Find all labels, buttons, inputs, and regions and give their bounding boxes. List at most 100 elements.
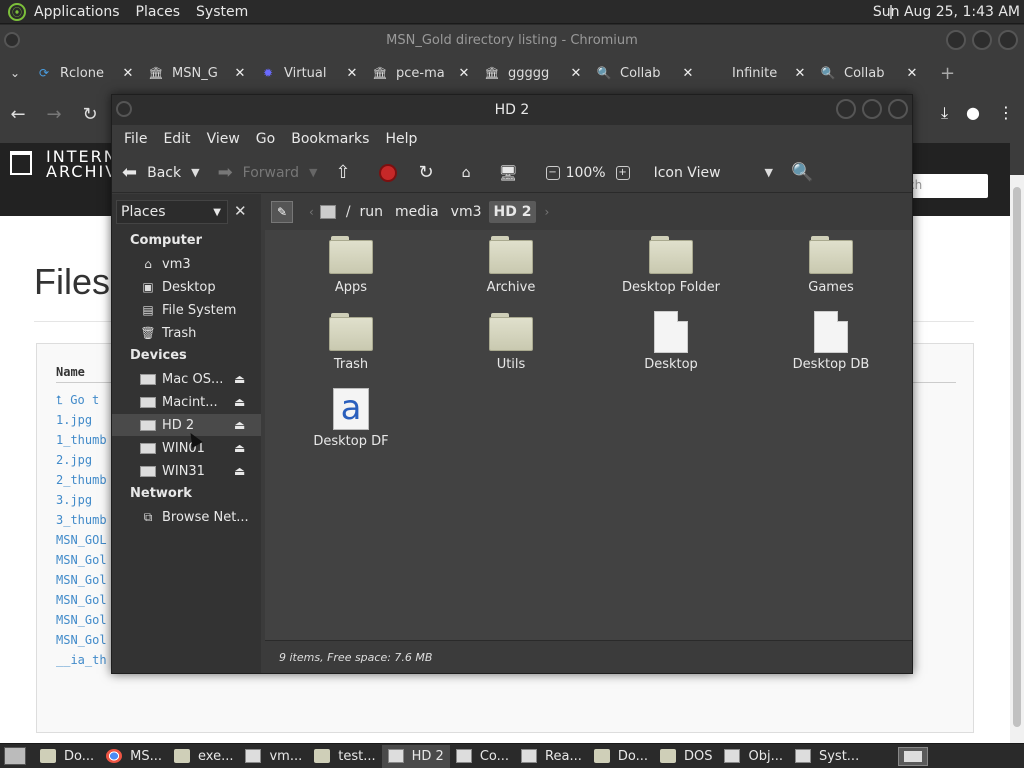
home-button[interactable]: ⌂ bbox=[462, 165, 481, 181]
ia-search-input[interactable]: ch bbox=[902, 174, 988, 198]
more-menu-icon[interactable]: ⋮ bbox=[998, 103, 1014, 123]
zoom-out-icon[interactable]: − bbox=[545, 165, 560, 180]
edit-location-icon[interactable]: ✎ bbox=[271, 201, 293, 223]
scrollbar-thumb[interactable] bbox=[1013, 187, 1021, 727]
chevron-right-icon[interactable]: › bbox=[544, 205, 549, 219]
close-icon[interactable]: ✕ bbox=[234, 202, 247, 220]
chevron-down-icon[interactable]: ▼ bbox=[309, 166, 317, 179]
eject-icon[interactable]: ⏏ bbox=[234, 372, 245, 386]
file-link[interactable]: MSN_Gol bbox=[56, 590, 107, 610]
file-link[interactable]: 1.jpg bbox=[56, 410, 107, 430]
taskbar-item[interactable]: vm... bbox=[239, 745, 308, 768]
sidebar-item-win01[interactable]: WIN01 ⏏ bbox=[112, 437, 261, 459]
back-button[interactable]: ⬅ Back ▼ bbox=[122, 162, 200, 183]
show-desktop-icon[interactable] bbox=[4, 747, 26, 765]
taskbar-item[interactable]: Do... bbox=[34, 745, 100, 768]
profile-icon[interactable]: ● bbox=[966, 103, 980, 123]
browser-tab[interactable]: 🔍 Collab ✕ bbox=[814, 58, 926, 88]
chromium-titlebar[interactable]: MSN_Gold directory listing - Chromium bbox=[0, 25, 1024, 55]
sidebar-item-mac-os[interactable]: Mac OS... ⏏ bbox=[112, 368, 261, 390]
forward-button[interactable]: ➡ Forward ▼ bbox=[218, 162, 318, 183]
taskbar-item[interactable]: Obj... bbox=[718, 745, 789, 768]
view-mode-select[interactable]: Icon View ▼ bbox=[654, 165, 773, 181]
minimize-button[interactable] bbox=[946, 30, 966, 50]
file-item-desktop-df[interactable]: a Desktop DF bbox=[281, 388, 421, 449]
close-button[interactable] bbox=[998, 30, 1018, 50]
page-scrollbar[interactable] bbox=[1010, 175, 1024, 743]
file-item-trash[interactable]: Trash bbox=[281, 313, 421, 372]
window-menu-icon[interactable] bbox=[4, 32, 20, 48]
chevron-left-icon[interactable]: ‹ bbox=[309, 205, 314, 219]
file-item-apps[interactable]: Apps bbox=[281, 236, 421, 295]
path-crumb-hd2[interactable]: HD 2 bbox=[488, 201, 537, 223]
tab-close-icon[interactable]: ✕ bbox=[568, 66, 584, 81]
sidebar-item-file-system[interactable]: ▤ File System bbox=[112, 299, 261, 321]
workspace-switcher[interactable] bbox=[898, 747, 928, 766]
menu-edit[interactable]: Edit bbox=[155, 131, 198, 147]
tab-close-icon[interactable]: ✕ bbox=[344, 66, 360, 81]
taskbar-item[interactable]: MS... bbox=[100, 745, 168, 768]
sidebar-item-trash[interactable]: 🗑 Trash bbox=[112, 322, 261, 344]
taskbar-item[interactable]: exe... bbox=[168, 745, 239, 768]
taskbar-item[interactable]: HD 2 bbox=[381, 744, 450, 768]
file-item-archive[interactable]: Archive bbox=[441, 236, 581, 295]
sidebar-item-vm3[interactable]: ⌂ vm3 bbox=[112, 253, 261, 275]
window-menu-icon[interactable] bbox=[116, 101, 132, 117]
new-tab-plus-icon[interactable]: + bbox=[940, 63, 955, 84]
menu-bookmarks[interactable]: Bookmarks bbox=[283, 131, 377, 147]
maximize-button[interactable] bbox=[972, 30, 992, 50]
menu-file[interactable]: File bbox=[116, 131, 155, 147]
file-link[interactable]: 3.jpg bbox=[56, 490, 107, 510]
tab-close-icon[interactable]: ✕ bbox=[904, 66, 920, 81]
browser-tab[interactable]: Infinite ✕ bbox=[702, 58, 814, 88]
maximize-button[interactable] bbox=[862, 99, 882, 119]
eject-icon[interactable]: ⏏ bbox=[234, 441, 245, 455]
file-item-desktop-folder[interactable]: Desktop Folder bbox=[601, 236, 741, 295]
menu-places[interactable]: Places bbox=[128, 4, 189, 20]
stop-icon[interactable] bbox=[378, 163, 397, 182]
browser-tab[interactable]: ✹ Virtual ✕ bbox=[254, 58, 366, 88]
tab-search-chevron-icon[interactable]: ⌄ bbox=[10, 66, 30, 80]
file-manager-titlebar[interactable]: HD 2 bbox=[112, 95, 912, 125]
browser-tab[interactable]: 🔍 Collab ✕ bbox=[590, 58, 702, 88]
close-button[interactable] bbox=[888, 99, 908, 119]
browser-tab[interactable]: 🏛 ggggg ✕ bbox=[478, 58, 590, 88]
taskbar-item[interactable]: Do... bbox=[588, 745, 654, 768]
tab-close-icon[interactable]: ✕ bbox=[792, 66, 808, 81]
sidebar-type-select[interactable]: Places ▼ bbox=[116, 200, 228, 224]
eject-icon[interactable]: ⏏ bbox=[234, 464, 245, 478]
distro-logo-icon[interactable]: ⦿ bbox=[8, 2, 26, 21]
taskbar-item[interactable]: Co... bbox=[450, 745, 515, 768]
menu-view[interactable]: View bbox=[199, 131, 248, 147]
column-header-name[interactable]: Name bbox=[56, 365, 85, 379]
computer-button[interactable]: 🖥 bbox=[499, 164, 528, 182]
file-link[interactable]: MSN_GOL bbox=[56, 530, 107, 550]
reload-button[interactable]: ↻ bbox=[419, 162, 444, 183]
browser-back-arrow-icon[interactable]: ← bbox=[0, 104, 36, 125]
file-link[interactable]: 2_thumb bbox=[56, 470, 107, 490]
menu-help[interactable]: Help bbox=[377, 131, 425, 147]
search-button[interactable]: 🔍 bbox=[791, 162, 823, 183]
chevron-down-icon[interactable]: ▼ bbox=[191, 166, 199, 179]
taskbar-item[interactable]: Rea... bbox=[515, 745, 588, 768]
browser-tab[interactable]: 🏛 pce-ma ✕ bbox=[366, 58, 478, 88]
file-link[interactable]: __ia_th bbox=[56, 650, 107, 670]
tab-close-icon[interactable]: ✕ bbox=[680, 66, 696, 81]
file-link[interactable]: ⮤ Go t bbox=[56, 390, 107, 410]
tab-close-icon[interactable]: ✕ bbox=[456, 66, 472, 81]
eject-icon[interactable]: ⏏ bbox=[234, 395, 245, 409]
zoom-control[interactable]: −100% + bbox=[545, 165, 636, 181]
file-link[interactable]: MSN_Gol bbox=[56, 570, 107, 590]
browser-forward-arrow-icon[interactable]: → bbox=[36, 104, 72, 125]
eject-icon[interactable]: ⏏ bbox=[234, 418, 245, 432]
file-item-desktop[interactable]: Desktop bbox=[601, 311, 741, 372]
download-icon[interactable]: ⤓ bbox=[941, 103, 948, 123]
sidebar-item-desktop[interactable]: ▣ Desktop bbox=[112, 276, 261, 298]
taskbar-item[interactable]: test... bbox=[308, 745, 381, 768]
file-link[interactable]: MSN_Gol bbox=[56, 550, 107, 570]
file-link[interactable]: MSN_Gol bbox=[56, 630, 107, 650]
browser-tab[interactable]: ⟳ Rclone ✕ bbox=[30, 58, 142, 88]
up-button[interactable]: ⇧ bbox=[335, 162, 360, 183]
file-item-games[interactable]: Games bbox=[761, 236, 901, 295]
tab-close-icon[interactable]: ✕ bbox=[232, 66, 248, 81]
